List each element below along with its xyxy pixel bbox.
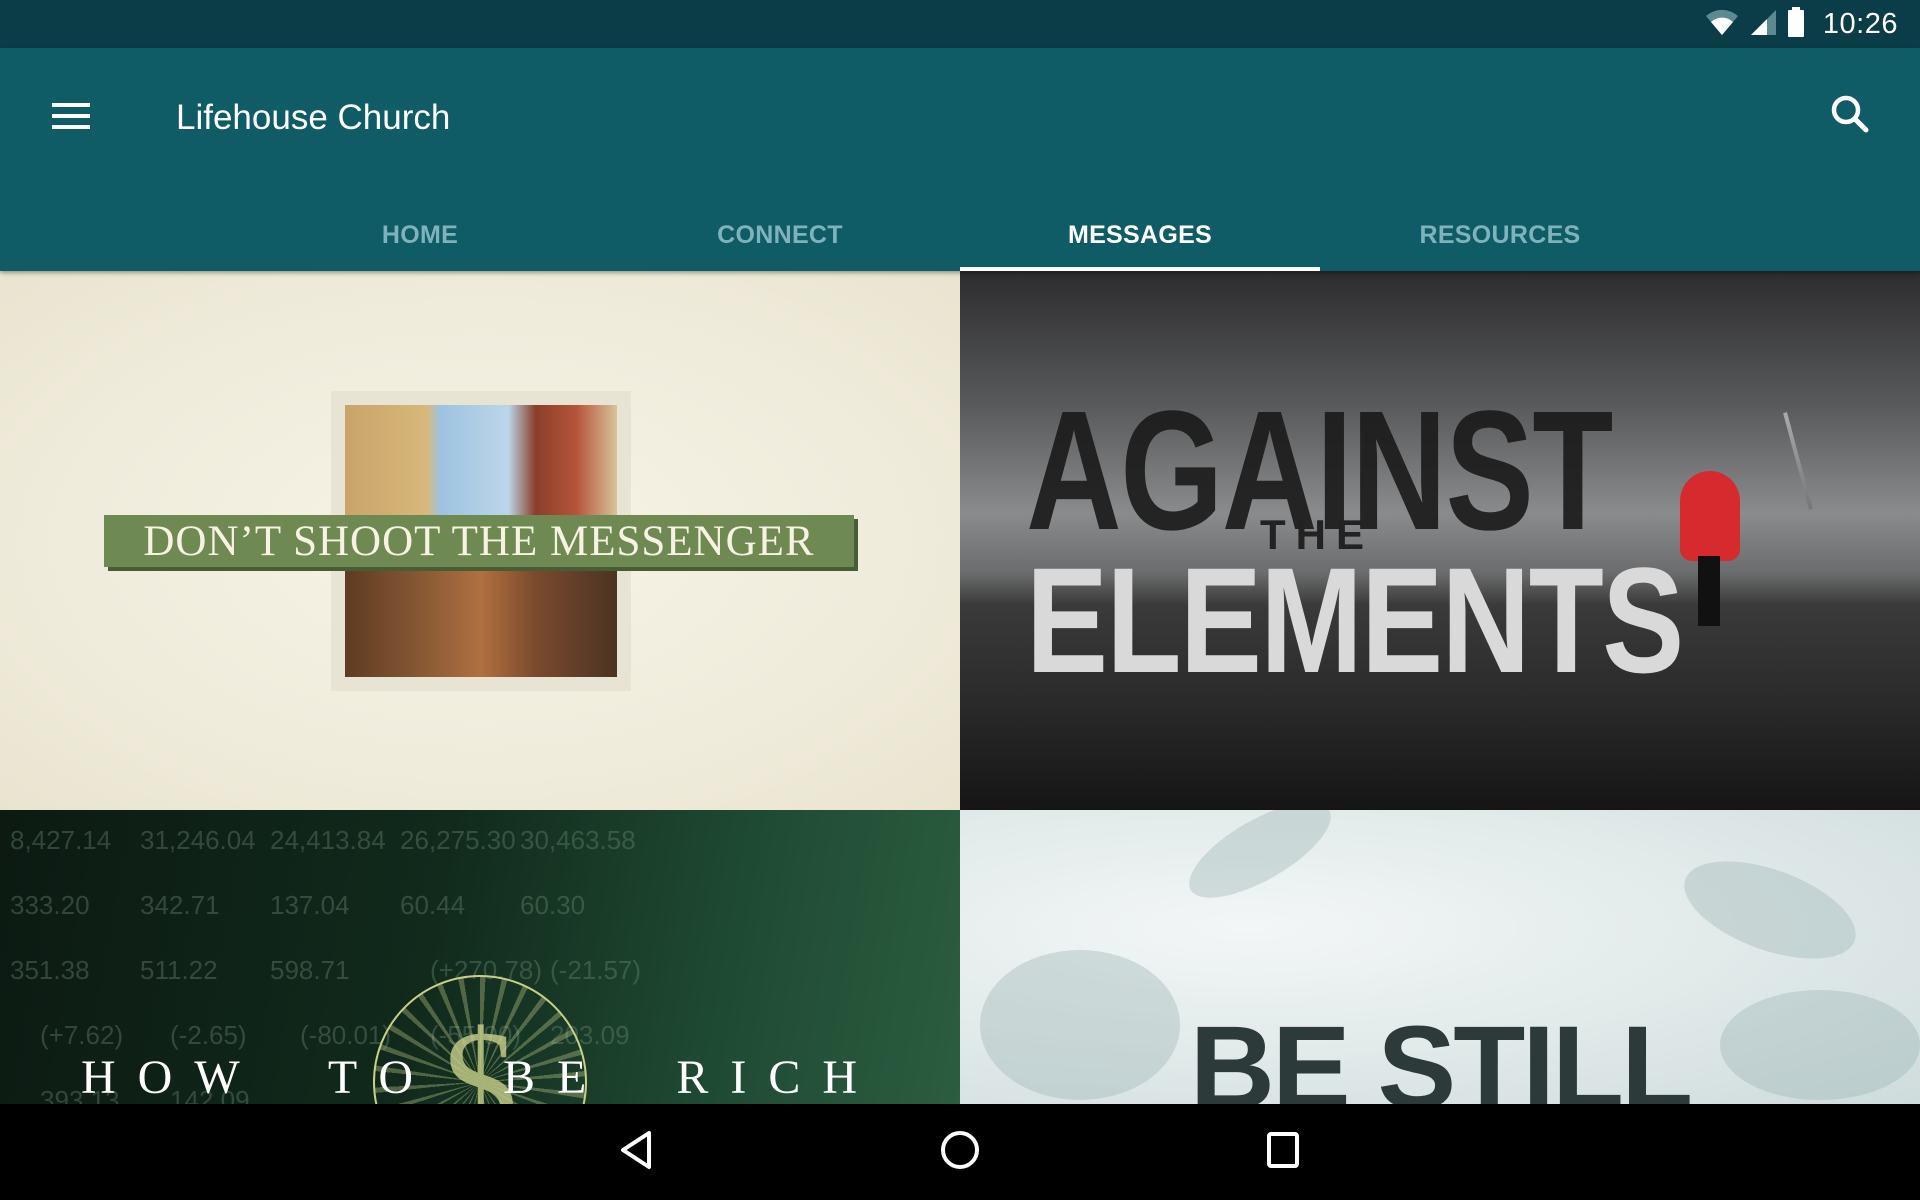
ticker-value: 8,427.14 <box>10 825 112 855</box>
messages-grid: DON’T SHOOT THE MESSENGER AGAINST THE EL… <box>0 271 1920 1104</box>
status-icons: 10:26 <box>1705 0 1898 48</box>
tab-bar: HOME CONNECT MESSAGES RESOURCES <box>240 200 1680 271</box>
painting-lower <box>345 551 617 677</box>
ticker-value: 333.20 <box>10 890 90 920</box>
recents-button[interactable] <box>1243 1122 1323 1182</box>
runner-figure <box>1680 471 1740 561</box>
ticker-value: 137.04 <box>270 890 350 920</box>
marble-texture <box>1175 810 1345 916</box>
hamburger-menu-icon <box>52 101 92 136</box>
ticker-value: 30,463.58 <box>520 825 636 855</box>
cell-signal-icon <box>1749 8 1777 41</box>
app-title: Lifehouse Church <box>176 98 451 137</box>
ticker-value: (+7.62) <box>40 1020 124 1050</box>
tab-connect[interactable]: CONNECT <box>600 200 960 271</box>
tab-messages[interactable]: MESSAGES <box>960 200 1320 271</box>
system-nav-bar <box>0 1104 1920 1200</box>
message-title: HOW TO BE RICH <box>80 1051 880 1104</box>
ticker-value: 24,413.84 <box>270 825 386 855</box>
ticker-value: 31,246.04 <box>140 825 256 855</box>
ticker-value: 511.22 <box>140 955 218 985</box>
ticker-value: (-2.65) <box>170 1020 247 1050</box>
menu-button[interactable] <box>44 90 100 146</box>
search-icon <box>1830 94 1870 139</box>
message-title-line2: ELEMENTS <box>1026 536 1684 704</box>
title-banner: DON’T SHOOT THE MESSENGER <box>104 515 854 567</box>
back-icon <box>619 1130 655 1175</box>
ticker-value: (-21.57) <box>550 955 642 985</box>
search-button[interactable] <box>1820 86 1880 146</box>
ticker-value: 342.71 <box>140 890 220 920</box>
message-title: BE STILL <box>1189 1002 1693 1104</box>
clock: 10:26 <box>1822 7 1898 40</box>
message-tile-against-the-elements[interactable]: AGAINST THE ELEMENTS <box>960 271 1920 810</box>
battery-icon <box>1787 6 1805 42</box>
runner-legs <box>1698 556 1720 626</box>
message-tile-how-to-be-rich[interactable]: 8,427.14 31,246.04 24,413.84 26,275.30 30,46… <box>0 810 960 1104</box>
tornado-graphic <box>1783 412 1813 510</box>
marble-texture <box>1671 841 1869 979</box>
ticker-value: 60.44 <box>400 890 466 920</box>
status-bar: 10:26 <box>0 0 1920 48</box>
tab-resources[interactable]: RESOURCES <box>1320 200 1680 271</box>
message-tile-dont-shoot-the-messenger[interactable]: DON’T SHOOT THE MESSENGER <box>0 271 960 810</box>
back-button[interactable] <box>597 1122 677 1182</box>
recents-icon <box>1265 1130 1301 1175</box>
home-button[interactable] <box>920 1122 1000 1182</box>
ticker-value: 598.71 <box>270 955 350 985</box>
message-title: DON’T SHOOT THE MESSENGER <box>143 517 815 565</box>
wifi-icon <box>1705 8 1739 41</box>
app-bar: Lifehouse Church HOME CONNECT MESSAGES R… <box>0 48 1920 271</box>
message-tile-be-still[interactable]: BE STILL <box>960 810 1920 1104</box>
ticker-value: 26,275.30 <box>400 825 516 855</box>
ticker-value: 351.38 <box>10 955 90 985</box>
tab-home[interactable]: HOME <box>240 200 600 271</box>
home-icon <box>940 1130 980 1175</box>
ticker-value: 60.30 <box>520 890 586 920</box>
